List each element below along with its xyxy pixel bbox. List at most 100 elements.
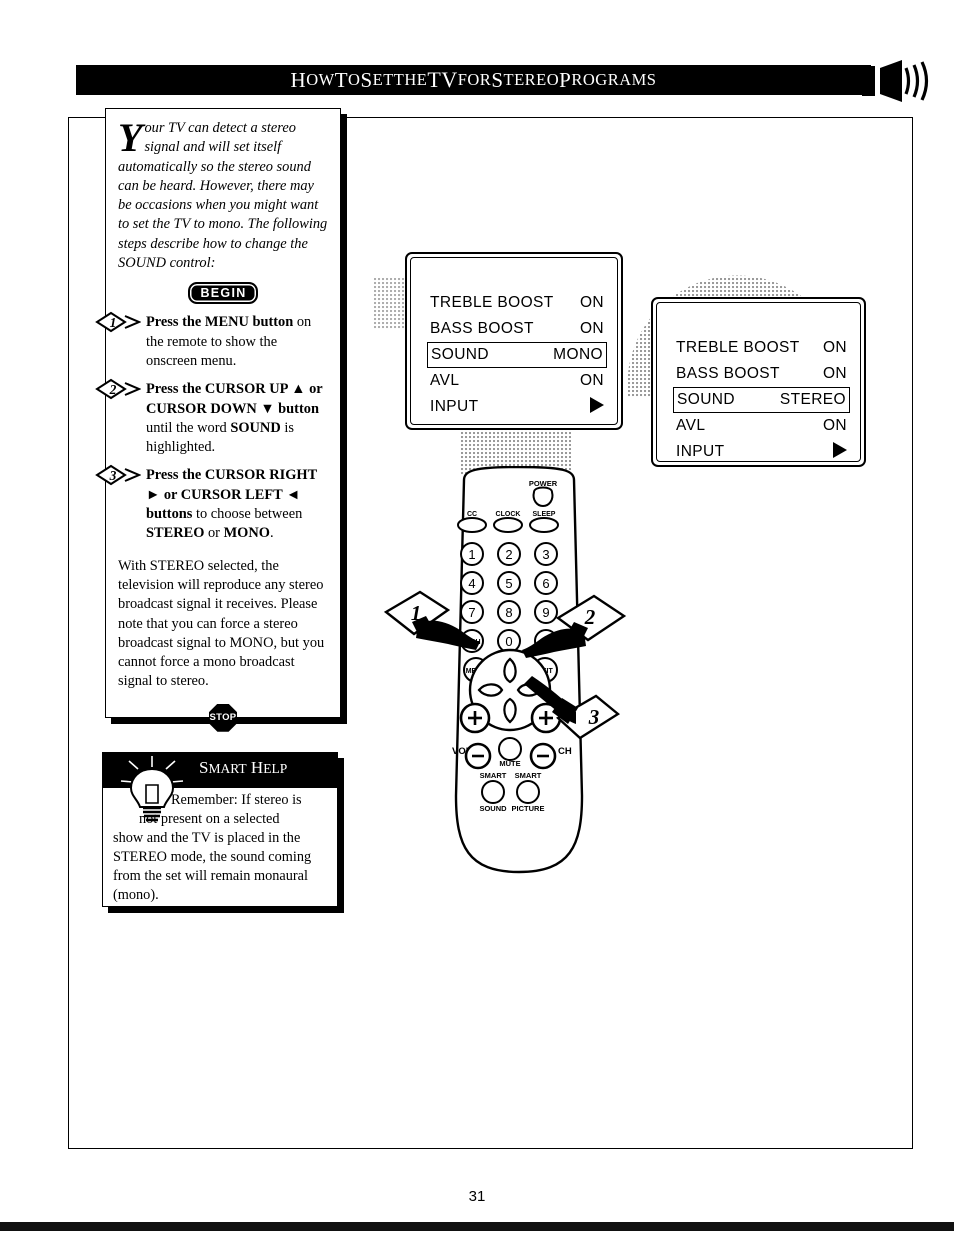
step-number-badge: 1 bbox=[95, 311, 142, 333]
cursor-left-button bbox=[477, 683, 504, 697]
step-number: 2 bbox=[109, 381, 117, 397]
begin-badge-wrap: BEGIN bbox=[118, 282, 328, 305]
title-segment: T bbox=[334, 67, 349, 92]
tv-menu-row[interactable]: AVL ON bbox=[427, 368, 607, 394]
svg-text:PICTURE: PICTURE bbox=[512, 804, 545, 813]
svg-text:6: 6 bbox=[542, 576, 549, 591]
smart-help-text: Remember: If stereo is not present on a … bbox=[113, 791, 329, 905]
step-item: 3 Press the CURSOR RIGHT ► or CURSOR LEFT… bbox=[95, 465, 328, 543]
svg-text:3: 3 bbox=[542, 547, 549, 562]
tv-menu-row[interactable]: BASS BOOST ON bbox=[427, 316, 607, 342]
title-segment: S bbox=[360, 67, 373, 92]
intro-paragraph: Your TV can detect a stereo signal and w… bbox=[118, 115, 328, 273]
tv-menu-row[interactable]: AVL ON bbox=[673, 413, 850, 439]
tv-menu-label: AVL bbox=[430, 372, 460, 389]
instruction-box: Your TV can detect a stereo signal and w… bbox=[95, 108, 341, 732]
tv-screen-mono: TREBLE BOOST ON BASS BOOST ON SOUND MONO AVL ON… bbox=[405, 252, 623, 430]
smart-help-title: SMART HELP bbox=[199, 758, 287, 778]
stop-badge: STOP bbox=[209, 703, 237, 732]
stop-badge-wrap: STOP bbox=[118, 703, 328, 732]
tv-menu-value: ON bbox=[579, 372, 604, 389]
svg-text:5: 5 bbox=[505, 576, 512, 591]
step-text: Press the CURSOR UP ▲ or CURSOR DOWN ▼ b… bbox=[146, 381, 323, 456]
page-title-bar: H OW TO S ET THE TV FOR S TEREO P ROGRAMS bbox=[76, 65, 871, 95]
sleep-label: SLEEP bbox=[533, 511, 556, 518]
tv-menu-label: BASS BOOST bbox=[430, 320, 534, 337]
step-text: Press the CURSOR RIGHT ► or CURSOR LEFT … bbox=[146, 467, 317, 542]
chevron-right-icon bbox=[590, 396, 604, 418]
tv-menu-label: TREBLE BOOST bbox=[430, 294, 554, 311]
step-number-badge: 2 bbox=[95, 378, 142, 400]
tv-menu-row[interactable]: TREBLE BOOST ON bbox=[673, 335, 850, 361]
tv-menu-row[interactable]: SOUND STEREO bbox=[673, 387, 850, 413]
smart-help-box: SMART HELP Remember: If stereo is not pr… bbox=[102, 752, 338, 907]
tv-menu-value: ON bbox=[822, 417, 847, 434]
clock-label: CLOCK bbox=[496, 511, 521, 518]
smart-help-line2: not present on a selected bbox=[139, 811, 280, 827]
tv-menu-row[interactable]: INPUT bbox=[673, 439, 850, 465]
svg-text:SOUND: SOUND bbox=[479, 804, 507, 813]
tv-menu-value: MONO bbox=[553, 346, 603, 363]
tv-menu-value: ON bbox=[579, 320, 604, 337]
tv-menu-label: INPUT bbox=[676, 443, 725, 460]
tv-menu-row[interactable]: TREBLE BOOST ON bbox=[427, 290, 607, 316]
smart-sound-button bbox=[481, 780, 505, 804]
title-segment: ET bbox=[372, 70, 394, 89]
tv-menu-label: SOUND bbox=[677, 391, 735, 408]
step-number: 1 bbox=[109, 314, 117, 330]
speaker-sound-icon bbox=[862, 60, 929, 102]
footer-bar bbox=[0, 1222, 954, 1231]
tv-menu-value: ON bbox=[822, 339, 847, 356]
begin-badge: BEGIN bbox=[188, 282, 258, 305]
smart-picture-button bbox=[516, 780, 540, 804]
title-segment: MART bbox=[208, 761, 247, 776]
callout-hand-2: 2 bbox=[522, 594, 627, 658]
tv-menu-row[interactable]: BASS BOOST ON bbox=[673, 361, 850, 387]
title-segment: H bbox=[246, 758, 264, 777]
title-segment: P bbox=[559, 67, 572, 92]
mute-label: MUTE bbox=[499, 759, 520, 768]
step-number-badge: 3 bbox=[95, 464, 142, 486]
step-item: 1 Press the MENU button on the remote to … bbox=[95, 312, 328, 371]
title-segment: TEREO bbox=[503, 70, 560, 89]
tv-menu-label: BASS BOOST bbox=[676, 365, 780, 382]
svg-text:SMART: SMART bbox=[480, 771, 507, 780]
title-segment: O bbox=[348, 70, 361, 89]
step-item: 2 Press the CURSOR UP ▲ or CURSOR DOWN ▼ … bbox=[95, 379, 328, 457]
svg-text:8: 8 bbox=[505, 605, 512, 620]
svg-text:SMART: SMART bbox=[515, 771, 542, 780]
title-segment: OW bbox=[306, 70, 335, 89]
cc-label: CC bbox=[467, 511, 477, 518]
svg-text:1: 1 bbox=[468, 547, 475, 562]
step-text: Press the MENU button on the remote to s… bbox=[146, 314, 312, 369]
smart-help-line1: Remember: If stereo is bbox=[171, 792, 302, 808]
tv-menu-row[interactable]: SOUND MONO bbox=[427, 342, 607, 368]
callout-2-number: 2 bbox=[584, 605, 596, 629]
tv-menu-value: ON bbox=[579, 294, 604, 311]
cc-button bbox=[457, 517, 487, 533]
title-segment: FOR bbox=[457, 70, 492, 89]
title-segment: TV bbox=[427, 67, 458, 92]
clock-button bbox=[493, 517, 523, 533]
title-segment: S bbox=[491, 67, 504, 92]
title-segment: THE bbox=[393, 70, 428, 89]
tv-menu-label: AVL bbox=[676, 417, 706, 434]
callout-hand-3: 3 bbox=[524, 676, 620, 740]
drop-cap: Y bbox=[118, 115, 143, 160]
chevron-right-icon bbox=[833, 441, 847, 463]
page-title: H OW TO S ET THE TV FOR S TEREO P ROGRAMS bbox=[76, 65, 871, 95]
callout-hand-1: 1 bbox=[383, 590, 480, 650]
tv-menu-value: STEREO bbox=[779, 391, 846, 408]
cursor-up-button bbox=[503, 657, 517, 684]
title-segment: ELP bbox=[263, 761, 288, 776]
tv-screen-stereo: TREBLE BOOST ON BASS BOOST ON SOUND STEREO AVL… bbox=[651, 297, 866, 467]
steps-list: 1 Press the MENU button on the remote to … bbox=[95, 312, 328, 543]
tv-menu-row[interactable]: INPUT bbox=[427, 394, 607, 420]
page-number: 31 bbox=[468, 1188, 486, 1205]
svg-text:2: 2 bbox=[505, 547, 512, 562]
mute-button bbox=[498, 737, 522, 761]
tv-menu-value: ON bbox=[822, 365, 847, 382]
sleep-button bbox=[529, 517, 559, 533]
tv-menu-list: TREBLE BOOST ON BASS BOOST ON SOUND STEREO AVL… bbox=[673, 335, 850, 465]
tv-menu-list: TREBLE BOOST ON BASS BOOST ON SOUND MONO AVL ON… bbox=[427, 290, 607, 420]
